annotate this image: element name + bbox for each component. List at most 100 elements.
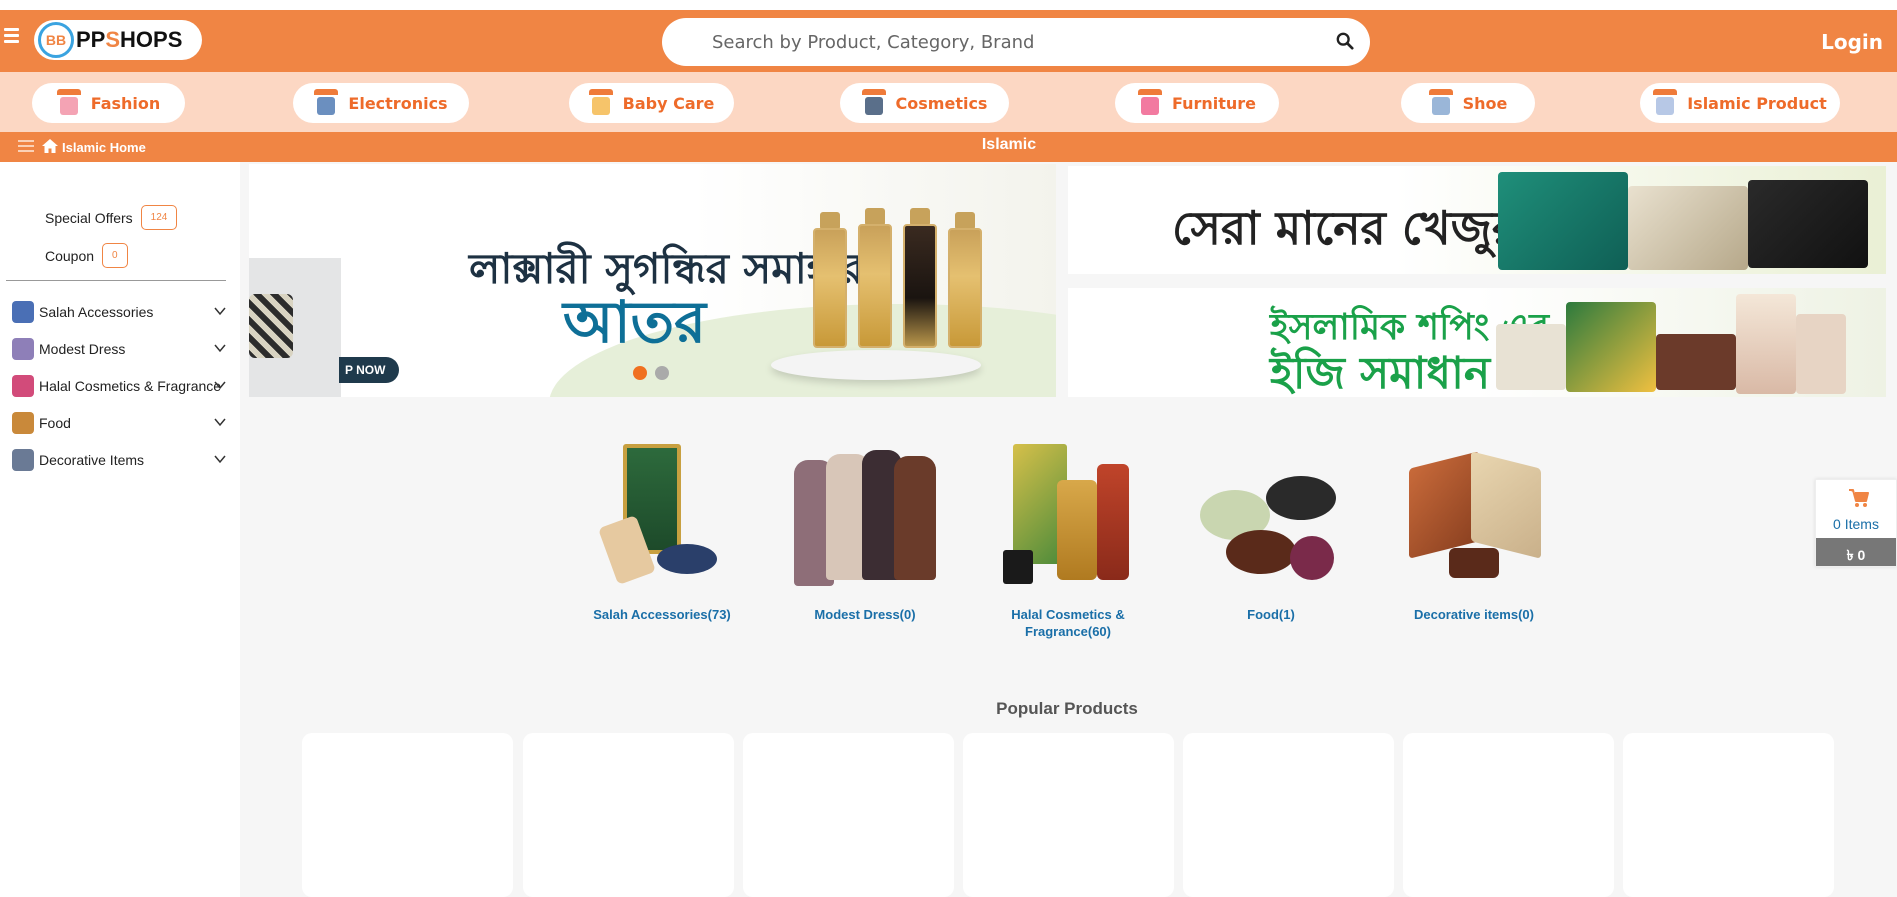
- carousel-dots: [633, 366, 669, 380]
- attar-bottle-image: [903, 224, 937, 348]
- sidebar-item-halal-cosmetics[interactable]: Halal Cosmetics & Fragrance: [12, 373, 228, 399]
- category-furniture[interactable]: Furniture: [1115, 83, 1279, 123]
- product-card[interactable]: [1403, 733, 1614, 897]
- product-card[interactable]: [523, 733, 734, 897]
- halal-cosmetics-image: [993, 440, 1143, 590]
- category-card-label[interactable]: Decorative items(0): [1399, 606, 1549, 623]
- chevron-down-icon[interactable]: [214, 416, 226, 428]
- cart-icon: [1849, 489, 1869, 507]
- menu-icon[interactable]: [4, 28, 20, 44]
- sidebar-item-salah-accessories[interactable]: Salah Accessories: [12, 299, 228, 325]
- category-label: Islamic Product: [1687, 93, 1827, 113]
- sidebar-item-label: Halal Cosmetics & Fragrance: [39, 378, 222, 394]
- fashion-icon: [56, 89, 81, 117]
- category-label: Shoe: [1462, 93, 1508, 113]
- category-card-label[interactable]: Salah Accessories(73): [587, 606, 737, 623]
- category-bar: Fashion Electronics Baby Care Cosmetics …: [0, 72, 1897, 132]
- banner-subheadline: ইজি সমাধান: [1270, 348, 1491, 397]
- category-card-label[interactable]: Food(1): [1196, 606, 1346, 623]
- product-image: [249, 294, 293, 358]
- sidebar-item-label: Food: [39, 415, 71, 431]
- category-label: Fashion: [90, 93, 161, 113]
- login-link[interactable]: Login: [1821, 30, 1883, 54]
- sidebar-item-modest-dress[interactable]: Modest Dress: [12, 336, 228, 362]
- search-icon[interactable]: [1336, 32, 1354, 50]
- islamic-product-icon: [1653, 89, 1678, 117]
- sidebar-item-label: Salah Accessories: [39, 304, 154, 320]
- cart-item-count: 0 Items: [1833, 516, 1879, 532]
- special-offers-badge: 124: [140, 205, 178, 230]
- display-plinth: [771, 350, 981, 380]
- dates-box-image: [1498, 172, 1628, 270]
- category-card-decorative-items[interactable]: Decorative items(0): [1399, 440, 1549, 623]
- perfume-icon: [12, 375, 34, 397]
- furniture-icon: [1137, 89, 1162, 117]
- special-offers-label: Special Offers: [45, 209, 133, 226]
- site-header: BB PPSHOPS Login: [0, 10, 1897, 72]
- dates-box-image: [1748, 180, 1868, 268]
- logo-mark: BB: [38, 22, 74, 58]
- dates-box-image: [1628, 186, 1748, 270]
- breadcrumb-bar: Islamic Home Islamic: [0, 132, 1897, 162]
- cart-total: ৳ 0: [1816, 538, 1896, 566]
- category-card-halal-cosmetics[interactable]: Halal Cosmetics & Fragrance(60): [993, 440, 1143, 640]
- sidebar-item-label: Decorative Items: [39, 452, 145, 468]
- cosmetics-icon: [861, 89, 886, 117]
- category-label: Furniture: [1171, 93, 1257, 113]
- food-icon: [12, 412, 34, 434]
- hero-carousel[interactable]: P NOW লাক্সারী সুগন্ধির সমাহার আতর: [249, 164, 1056, 397]
- carousel-dot-1[interactable]: [633, 366, 647, 380]
- shoe-icon: [1428, 89, 1453, 117]
- attar-bottle-image: [858, 224, 892, 348]
- dates-banner[interactable]: সেরা মানের খেজুর: [1068, 166, 1886, 274]
- attar-bottle-image: [813, 228, 847, 348]
- chevron-down-icon[interactable]: [214, 305, 226, 317]
- logo-text: PPSHOPS: [76, 27, 183, 52]
- category-label: Electronics: [348, 93, 448, 113]
- dress-icon: [12, 338, 34, 360]
- category-fashion[interactable]: Fashion: [32, 83, 185, 123]
- category-baby-care[interactable]: Baby Care: [569, 83, 734, 123]
- product-card[interactable]: [743, 733, 954, 897]
- special-offers-link[interactable]: Special Offers 124: [45, 205, 178, 230]
- category-card-food[interactable]: Food(1): [1196, 440, 1346, 623]
- sidebar-item-decorative-items[interactable]: Decorative Items: [12, 447, 228, 473]
- floating-cart[interactable]: 0 Items ৳ 0: [1815, 479, 1897, 567]
- category-electronics[interactable]: Electronics: [293, 83, 469, 123]
- sidebar-item-food[interactable]: Food: [12, 410, 228, 436]
- site-logo[interactable]: BB PPSHOPS: [34, 20, 202, 60]
- banner-headline: সেরা মানের খেজুর: [1172, 201, 1518, 255]
- islamic-shopping-banner[interactable]: ইসলামিক শপিং এর ইজি সমাধান: [1068, 288, 1886, 397]
- decorative-items-image: [1399, 440, 1549, 590]
- electronics-icon: [314, 89, 339, 117]
- banner-subheadline: আতর: [563, 288, 707, 356]
- divider: [6, 280, 226, 281]
- chevron-down-icon[interactable]: [214, 453, 226, 465]
- product-card[interactable]: [1623, 733, 1834, 897]
- search-bar: [662, 18, 1370, 66]
- product-card[interactable]: [302, 733, 513, 897]
- category-card-label[interactable]: Halal Cosmetics & Fragrance(60): [993, 606, 1143, 640]
- modest-dress-image: [790, 440, 940, 590]
- product-card[interactable]: [1183, 733, 1394, 897]
- category-label: Cosmetics: [895, 93, 988, 113]
- coupon-label: Coupon: [45, 247, 95, 264]
- popular-products-heading: Popular Products: [996, 699, 1138, 718]
- decor-icon: [12, 449, 34, 471]
- chevron-down-icon[interactable]: [214, 379, 226, 391]
- category-islamic-product[interactable]: Islamic Product: [1640, 83, 1840, 123]
- top-strip: [0, 0, 1897, 10]
- search-input[interactable]: [712, 28, 1272, 56]
- attar-bottle-image: [948, 228, 982, 348]
- category-label: Baby Care: [622, 93, 715, 113]
- category-card-salah-accessories[interactable]: Salah Accessories(73): [587, 440, 737, 623]
- category-card-modest-dress[interactable]: Modest Dress(0): [790, 440, 940, 623]
- shop-now-button[interactable]: P NOW: [339, 357, 399, 383]
- category-card-label[interactable]: Modest Dress(0): [790, 606, 940, 623]
- category-shoe[interactable]: Shoe: [1401, 83, 1535, 123]
- product-card[interactable]: [963, 733, 1174, 897]
- category-cosmetics[interactable]: Cosmetics: [840, 83, 1009, 123]
- coupon-link[interactable]: Coupon 0: [45, 243, 128, 268]
- chevron-down-icon[interactable]: [214, 342, 226, 354]
- carousel-dot-2[interactable]: [655, 366, 669, 380]
